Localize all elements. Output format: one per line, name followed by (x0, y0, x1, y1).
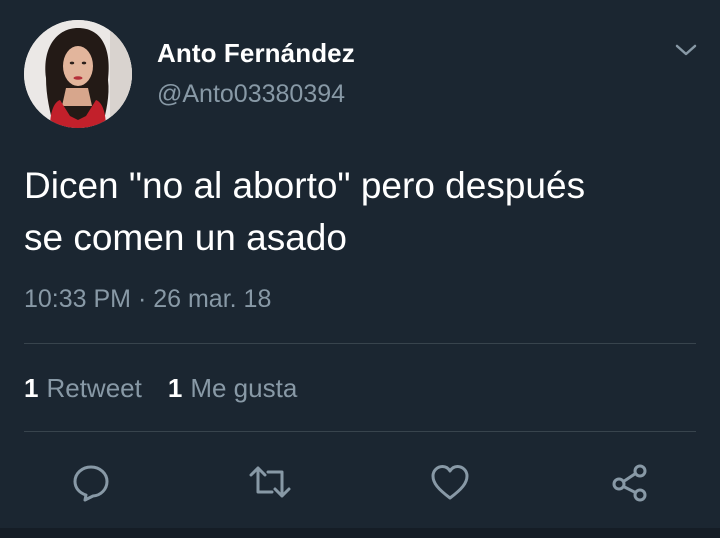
chevron-down-icon[interactable] (672, 38, 700, 62)
retweets-label: Retweet (46, 373, 142, 403)
reply-button[interactable] (67, 458, 115, 506)
tweet-stats: 1 Retweet 1 Me gusta (24, 373, 297, 404)
retweets-stat[interactable]: 1 Retweet (24, 373, 142, 404)
author-display-name[interactable]: Anto Fernández (157, 38, 355, 69)
tweet-text: Dicen "no al aborto" pero después se com… (24, 165, 586, 258)
retweets-count: 1 (24, 373, 39, 403)
tweet-actions (0, 458, 720, 506)
share-icon (612, 464, 647, 502)
divider (24, 343, 696, 344)
like-button[interactable] (426, 458, 474, 506)
likes-stat[interactable]: 1 Me gusta (168, 373, 297, 404)
divider (0, 528, 720, 538)
tweet-timestamp[interactable]: 10:33 PM · 26 mar. 18 (24, 285, 271, 314)
tweet-detail: Anto Fernández @Anto03380394 Dicen "no a… (0, 0, 720, 538)
author-handle[interactable]: @Anto03380394 (157, 80, 345, 109)
likes-count: 1 (167, 373, 183, 403)
heart-icon (431, 465, 469, 500)
likes-label: Me gusta (190, 373, 298, 403)
retweet-button[interactable] (246, 458, 294, 506)
divider (24, 431, 696, 432)
reply-icon (73, 465, 109, 502)
avatar-image (24, 20, 132, 128)
retweet-icon (249, 466, 291, 498)
avatar[interactable] (24, 20, 132, 128)
share-button[interactable] (605, 458, 653, 506)
